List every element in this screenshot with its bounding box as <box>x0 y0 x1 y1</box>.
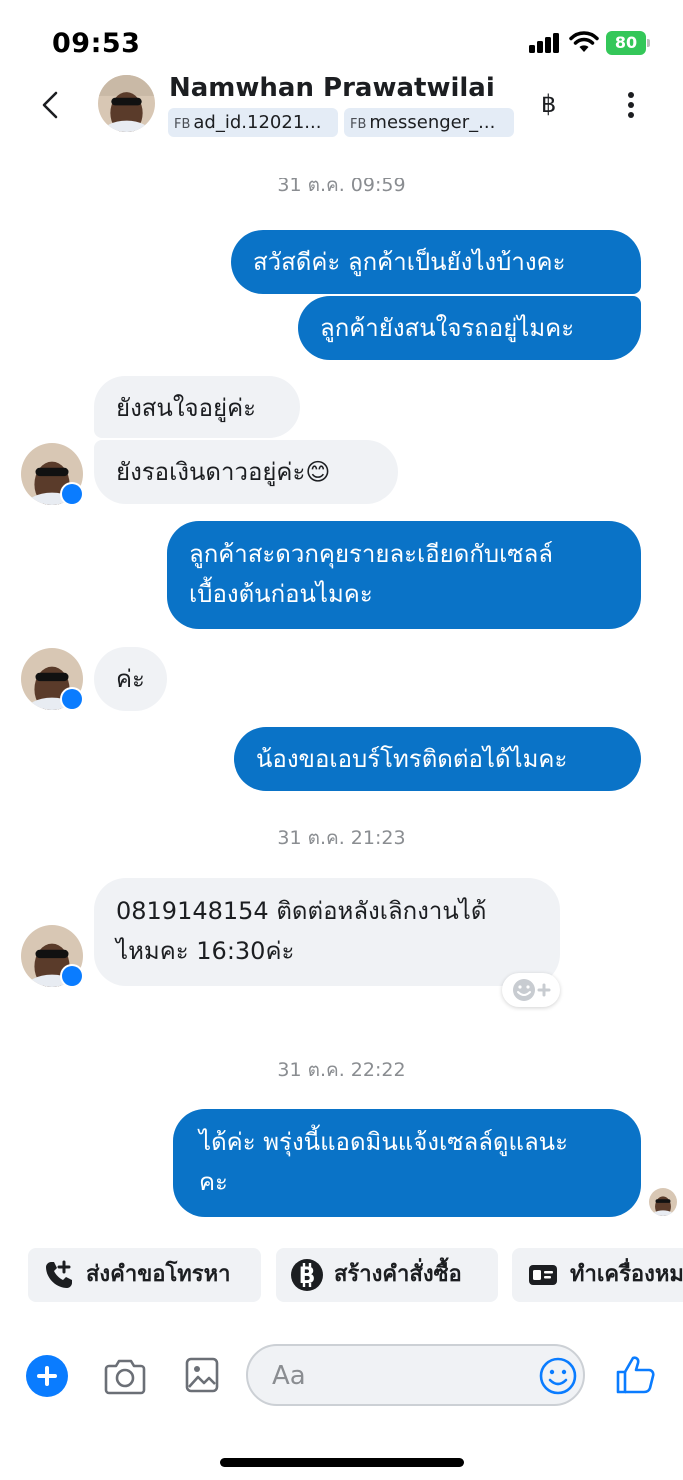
facebook-source-label: FB <box>174 117 191 132</box>
messenger-badge-icon <box>60 482 84 506</box>
wifi-icon <box>569 31 599 52</box>
message-timestamp: 31 ต.ค. 22:22 <box>277 1059 406 1081</box>
smiling-face-emoji-icon: 😊 <box>305 458 331 486</box>
messenger-badge-icon <box>60 687 84 711</box>
more-options-icon[interactable] <box>618 88 644 122</box>
message-text-line: เบื้องต้นก่อนไมคะ <box>189 580 373 608</box>
id-card-icon <box>529 1265 557 1285</box>
message-text-line: 0819148154 ติดต่อหลังเลิกงานได้ <box>116 897 487 925</box>
incoming-message[interactable]: ค่ะ <box>94 647 167 711</box>
ad-id-tag[interactable]: FB ad_id.12021... <box>168 108 338 137</box>
create-order-button[interactable]: B สร้างคำสั่งซื้อ <box>276 1248 498 1302</box>
status-bar: 09:53 80 <box>0 0 683 80</box>
incoming-message[interactable]: ยังรอเงินดาวอยู่ค่ะ😊 <box>94 440 398 504</box>
mark-button[interactable]: ทำเครื่องหม <box>512 1248 683 1302</box>
seen-receipt-avatar <box>649 1188 677 1216</box>
request-call-label: ส่งคำขอโทรหา <box>86 1262 231 1287</box>
conversation-header: Namwhan Prawatwilai FB ad_id.12021... FB m… <box>0 70 683 150</box>
message-timestamp: 31 ต.ค. 09:59 <box>277 178 406 196</box>
mark-label: ทำเครื่องหม <box>570 1262 683 1287</box>
image-gallery-icon[interactable] <box>184 1356 220 1394</box>
message-text-line: ได้ค่ะ พรุ่งนี้แอดมินแจ้งเซลล์ดูแลนะ <box>199 1128 568 1156</box>
messenger-badge-icon <box>60 964 84 988</box>
battery-icon: 80 <box>606 31 650 55</box>
add-attachment-icon[interactable] <box>26 1355 68 1397</box>
thumbs-up-icon[interactable] <box>614 1354 656 1396</box>
phone-plus-icon <box>46 1260 72 1288</box>
incoming-message[interactable]: ยังสนใจอยู่ค่ะ <box>94 376 300 438</box>
message-text: ยังสนใจอยู่ค่ะ <box>116 394 257 422</box>
tag-label: ad_id.12021... <box>193 112 322 133</box>
baht-icon[interactable]: ฿ <box>541 90 556 118</box>
add-reaction-icon[interactable] <box>502 973 560 1007</box>
home-indicator[interactable] <box>220 1458 464 1467</box>
message-text-line: ไหมคะ 16:30ค่ะ <box>116 937 295 965</box>
facebook-source-label: FB <box>350 117 367 132</box>
cellular-signal-icon <box>529 33 561 53</box>
battery-level: 80 <box>606 31 646 55</box>
back-arrow-icon[interactable] <box>34 88 68 122</box>
message-input-container[interactable] <box>246 1344 585 1406</box>
messenger-tag[interactable]: FB messenger_... <box>344 108 514 137</box>
outgoing-message[interactable]: ลูกค้าสะดวกคุยรายละเอียดกับเซลล์ เบื้องต… <box>167 521 641 629</box>
message-text-line: คะ <box>199 1168 228 1196</box>
contact-avatar[interactable] <box>98 75 155 132</box>
message-timestamp: 31 ต.ค. 21:23 <box>277 827 406 849</box>
outgoing-message[interactable]: สวัสดีค่ะ ลูกค้าเป็นยังไงบ้างคะ <box>231 230 641 294</box>
message-text-line: ลูกค้าสะดวกคุยรายละเอียดกับเซลล์ <box>189 540 553 568</box>
outgoing-message[interactable]: ได้ค่ะ พรุ่งนี้แอดมินแจ้งเซลล์ดูแลนะ คะ <box>173 1109 641 1217</box>
message-input[interactable] <box>272 1358 522 1394</box>
message-text: ลูกค้ายังสนใจรถอยู่ไมคะ <box>320 314 575 342</box>
camera-icon[interactable] <box>103 1356 147 1396</box>
message-text: น้องขอเอบร์โทรติดต่อได้ไมคะ <box>256 745 568 773</box>
message-text: สวัสดีค่ะ ลูกค้าเป็นยังไงบ้างคะ <box>253 248 566 276</box>
contact-name[interactable]: Namwhan Prawatwilai <box>169 73 495 103</box>
message-text: ค่ะ <box>116 665 145 693</box>
emoji-icon[interactable] <box>538 1356 578 1396</box>
tag-label: messenger_... <box>369 112 496 133</box>
message-text: ยังรอเงินดาวอยู่ค่ะ <box>116 458 306 486</box>
create-order-label: สร้างคำสั่งซื้อ <box>334 1262 462 1287</box>
bitcoin-icon: B <box>291 1259 323 1291</box>
outgoing-message[interactable]: น้องขอเอบร์โทรติดต่อได้ไมคะ <box>234 727 641 791</box>
incoming-message[interactable]: 0819148154 ติดต่อหลังเลิกงานได้ ไหมคะ 16… <box>94 878 560 986</box>
svg-text:B: B <box>299 1264 316 1289</box>
status-time: 09:53 <box>52 28 141 59</box>
request-call-button[interactable]: ส่งคำขอโทรหา <box>28 1248 261 1302</box>
outgoing-message[interactable]: ลูกค้ายังสนใจรถอยู่ไมคะ <box>298 296 641 360</box>
